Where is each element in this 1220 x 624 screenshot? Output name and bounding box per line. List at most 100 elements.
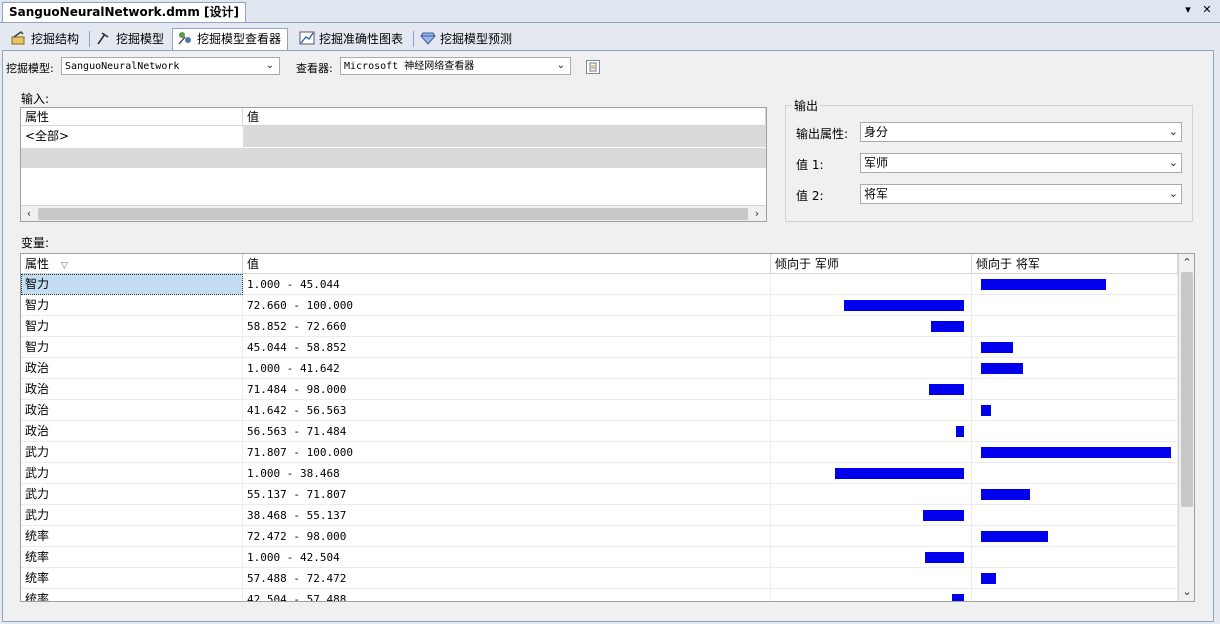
- variable-row[interactable]: 统率 57.488 - 72.472: [21, 568, 1178, 589]
- mining-model-select[interactable]: SanguoNeuralNetwork ⌄: [61, 57, 280, 75]
- variable-attribute-cell[interactable]: 政治: [21, 421, 243, 442]
- tab-mining-structure[interactable]: 挖掘结构: [6, 28, 86, 51]
- favor-value2-cell: [972, 379, 1178, 400]
- favor-value2-cell: [972, 568, 1178, 589]
- variable-value-cell[interactable]: 1.000 - 42.504: [243, 547, 771, 568]
- variable-row[interactable]: 武力 71.807 - 100.000: [21, 442, 1178, 463]
- variable-value-cell[interactable]: 1.000 - 41.642: [243, 358, 771, 379]
- variable-row[interactable]: 统率 1.000 - 42.504: [21, 547, 1178, 568]
- variable-attribute-cell[interactable]: 武力: [21, 505, 243, 526]
- variable-row[interactable]: 统率 42.504 - 57.488: [21, 589, 1178, 601]
- favor-value1-cell: [771, 421, 972, 442]
- output-attribute-select[interactable]: 身分 ⌄: [860, 122, 1182, 142]
- document-tab[interactable]: SanguoNeuralNetwork.dmm [设计]: [2, 2, 246, 22]
- favor-value1-cell: [771, 295, 972, 316]
- scroll-right-icon[interactable]: ›: [750, 207, 764, 221]
- variable-attribute-cell[interactable]: 统率: [21, 568, 243, 589]
- input-value-cell[interactable]: [243, 126, 766, 147]
- value2-select[interactable]: 将军 ⌄: [860, 184, 1182, 204]
- tab-model-viewer[interactable]: 挖掘模型查看器: [172, 28, 289, 52]
- variable-attribute-cell[interactable]: 统率: [21, 547, 243, 568]
- input-grid: 属性 值 <全部> ‹ ›: [20, 107, 767, 222]
- variable-row[interactable]: 武力 55.137 - 71.807: [21, 484, 1178, 505]
- variables-grid: 属性 ▽ 值 倾向于 军师 倾向于 将军 智力 1.000 - 45.044 智力 7…: [20, 253, 1195, 602]
- viewer-select[interactable]: Microsoft 神经网络查看器 ⌄: [340, 57, 571, 75]
- input-header-value: 值: [243, 108, 766, 126]
- scroll-thumb[interactable]: [1181, 272, 1193, 507]
- refresh-viewer-icon[interactable]: [586, 60, 600, 74]
- variable-row[interactable]: 政治 1.000 - 41.642: [21, 358, 1178, 379]
- variable-attribute-cell[interactable]: 武力: [21, 463, 243, 484]
- variable-row[interactable]: 政治 56.563 - 71.484: [21, 421, 1178, 442]
- variable-value-cell[interactable]: 71.484 - 98.000: [243, 379, 771, 400]
- variable-value-cell[interactable]: 38.468 - 55.137: [243, 505, 771, 526]
- variable-value-cell[interactable]: 58.852 - 72.660: [243, 316, 771, 337]
- variable-value-cell[interactable]: 1.000 - 45.044: [243, 274, 771, 295]
- variable-row[interactable]: 智力 72.660 - 100.000: [21, 295, 1178, 316]
- variable-attribute-cell[interactable]: 智力: [21, 274, 243, 295]
- scroll-left-icon[interactable]: ‹: [22, 207, 36, 221]
- variable-value-cell[interactable]: 41.642 - 56.563: [243, 400, 771, 421]
- variable-value-cell[interactable]: 72.660 - 100.000: [243, 295, 771, 316]
- input-row[interactable]: <全部>: [21, 126, 766, 147]
- variable-value-cell[interactable]: 1.000 - 38.468: [243, 463, 771, 484]
- variable-attribute-cell[interactable]: 政治: [21, 379, 243, 400]
- variable-row[interactable]: 智力 58.852 - 72.660: [21, 316, 1178, 337]
- variable-attribute-cell[interactable]: 武力: [21, 442, 243, 463]
- favor-value1-cell: [771, 442, 972, 463]
- input-new-row[interactable]: [21, 148, 766, 168]
- prediction-gem-icon: [420, 32, 436, 45]
- favor-value2-bar: [981, 531, 1048, 542]
- scroll-down-icon[interactable]: ⌄: [1180, 585, 1194, 599]
- value2-label: 值 2:: [796, 189, 824, 203]
- variable-row[interactable]: 政治 71.484 - 98.000: [21, 379, 1178, 400]
- variables-header-value[interactable]: 值: [243, 254, 771, 274]
- scroll-up-icon[interactable]: ⌃: [1180, 256, 1194, 270]
- value1-select[interactable]: 军师 ⌄: [860, 153, 1182, 173]
- variable-value-cell[interactable]: 72.472 - 98.000: [243, 526, 771, 547]
- variable-value-cell[interactable]: 56.563 - 71.484: [243, 421, 771, 442]
- document-tab-bar: SanguoNeuralNetwork.dmm [设计] ▾ ✕: [0, 0, 1220, 23]
- variable-attribute-cell[interactable]: 智力: [21, 337, 243, 358]
- variable-attribute-cell[interactable]: 统率: [21, 589, 243, 601]
- variable-value-cell[interactable]: 57.488 - 72.472: [243, 568, 771, 589]
- close-icon[interactable]: ✕: [1199, 2, 1215, 18]
- variables-header-attribute[interactable]: 属性 ▽: [21, 254, 243, 274]
- mining-model-value: SanguoNeuralNetwork: [65, 61, 180, 72]
- variable-value-cell[interactable]: 42.504 - 57.488: [243, 589, 771, 601]
- favor-value2-bar: [981, 405, 991, 416]
- variable-attribute-cell[interactable]: 武力: [21, 484, 243, 505]
- input-attribute-cell[interactable]: <全部>: [21, 126, 243, 147]
- mining-model-icon: [97, 32, 109, 45]
- input-horizontal-scrollbar[interactable]: ‹ ›: [21, 205, 766, 221]
- variable-row[interactable]: 武力 38.468 - 55.137: [21, 505, 1178, 526]
- favor-value2-bar: [981, 447, 1171, 458]
- window-dropdown-icon[interactable]: ▾: [1180, 2, 1196, 18]
- variable-row[interactable]: 智力 1.000 - 45.044: [21, 274, 1178, 295]
- variable-value-cell[interactable]: 55.137 - 71.807: [243, 484, 771, 505]
- variable-attribute-cell[interactable]: 统率: [21, 526, 243, 547]
- value1-value: 军师: [864, 156, 889, 170]
- variable-attribute-cell[interactable]: 智力: [21, 316, 243, 337]
- favor-value2-cell: [972, 526, 1178, 547]
- variable-row[interactable]: 智力 45.044 - 58.852: [21, 337, 1178, 358]
- variable-attribute-cell[interactable]: 政治: [21, 400, 243, 421]
- viewer-value: Microsoft 神经网络查看器: [344, 61, 475, 72]
- variables-vertical-scrollbar[interactable]: ⌃ ⌄: [1178, 254, 1194, 601]
- variable-attribute-cell[interactable]: 政治: [21, 358, 243, 379]
- variable-value-cell[interactable]: 71.807 - 100.000: [243, 442, 771, 463]
- variable-attribute-cell[interactable]: 智力: [21, 295, 243, 316]
- tab-mining-model[interactable]: 挖掘模型: [91, 28, 171, 51]
- variable-row[interactable]: 统率 72.472 - 98.000: [21, 526, 1178, 547]
- tab-accuracy-chart[interactable]: 挖掘准确性图表: [294, 28, 410, 51]
- variable-row[interactable]: 政治 41.642 - 56.563: [21, 400, 1178, 421]
- chevron-down-icon: ⌄: [556, 60, 566, 71]
- tab-prediction[interactable]: 挖掘模型预测: [415, 28, 519, 51]
- variables-header-favor-v2[interactable]: 倾向于 将军: [972, 254, 1178, 274]
- favor-value1-bar: [931, 321, 964, 332]
- variables-header-favor-v1[interactable]: 倾向于 军师: [771, 254, 972, 274]
- variable-row[interactable]: 武力 1.000 - 38.468: [21, 463, 1178, 484]
- variable-value-cell[interactable]: 45.044 - 58.852: [243, 337, 771, 358]
- favor-value1-bar: [956, 426, 964, 437]
- scroll-thumb[interactable]: [38, 208, 748, 220]
